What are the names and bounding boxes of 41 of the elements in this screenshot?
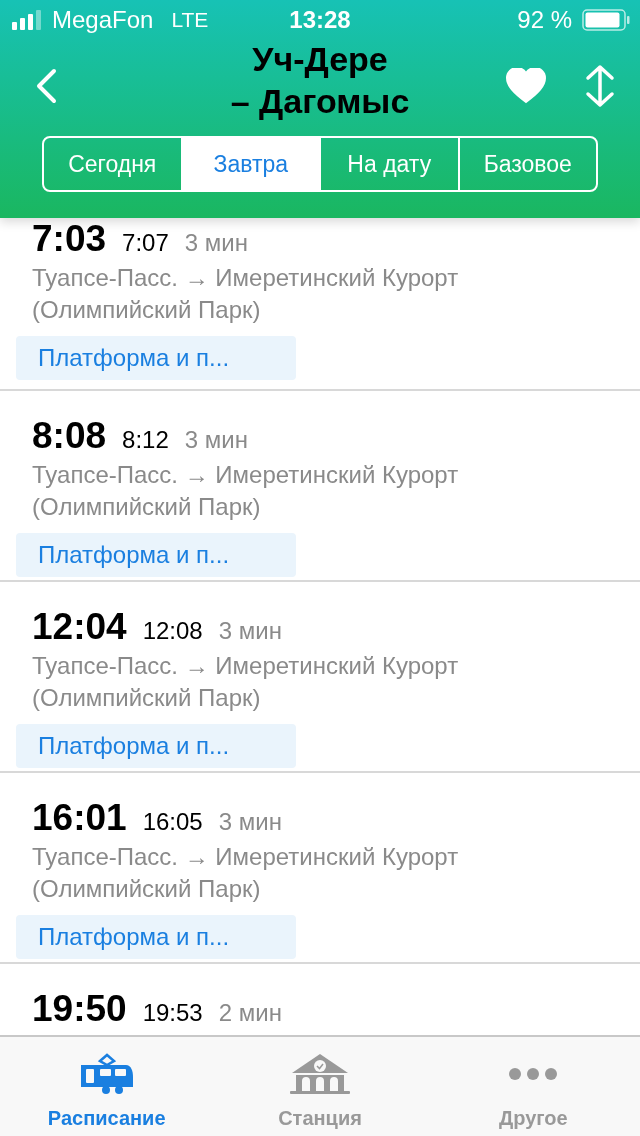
network-type: LTE <box>171 8 209 32</box>
tab-bar-item[interactable]: Станция <box>213 1037 427 1136</box>
platform-button[interactable]: Платформа и п... <box>16 533 296 577</box>
more-icon <box>508 1067 559 1081</box>
platform-button[interactable]: Платформа и п... <box>16 724 296 768</box>
tab-bar-item[interactable]: Другое <box>426 1037 640 1136</box>
platform-button[interactable]: Платформа и п... <box>16 336 296 380</box>
date-tab[interactable]: Базовое <box>457 138 596 190</box>
date-tab[interactable]: Завтра <box>180 138 319 190</box>
date-tab[interactable]: Сегодня <box>44 138 181 190</box>
carrier-name: MegaFon <box>52 6 154 34</box>
departure-time: 12:04 <box>32 606 127 648</box>
departure-time: 16:01 <box>32 797 127 839</box>
platform-button[interactable]: Платформа и п... <box>16 915 296 959</box>
station-icon <box>290 1053 350 1095</box>
date-tab[interactable]: На дату <box>319 138 458 190</box>
arrival-time: 12:08 <box>142 617 203 645</box>
trip-duration: 3 мин <box>218 617 282 645</box>
departure-time: 7:03 <box>32 218 107 260</box>
arrival-time: 16:05 <box>142 808 203 836</box>
trip-duration: 3 мин <box>218 808 282 836</box>
arrival-time: 7:07 <box>122 229 169 257</box>
arrival-time: 19:53 <box>142 999 203 1027</box>
signal-icon <box>12 10 42 30</box>
train-icon <box>79 1053 134 1095</box>
route-text: Туапсе-Пасс. → Имеретинский Курорт (Олимпийский Парк) <box>31 842 460 904</box>
arrival-time: 8:12 <box>122 426 169 454</box>
departure-time: 8:08 <box>32 415 107 457</box>
departure-time: 19:50 <box>32 988 127 1030</box>
route-text: Туапсе-Пасс. → Имеретинский Курорт (Олимпийский Парк) <box>31 651 460 713</box>
route-title: Уч-Дере <box>252 39 388 80</box>
clock: 13:28 <box>289 6 351 34</box>
route-text: Туапсе-Пасс. → Имеретинский Курорт (Олимпийский Парк) <box>31 263 460 325</box>
route-title: – Дагомыс <box>230 81 410 122</box>
trip-duration: 3 мин <box>184 229 248 257</box>
battery-icon <box>582 9 630 31</box>
trip-duration: 3 мин <box>184 426 248 454</box>
battery-percent: 92 % <box>517 6 572 34</box>
tab-bar-item[interactable]: Расписание <box>0 1037 214 1136</box>
trip-duration: 2 мин <box>218 999 282 1027</box>
route-text: Туапсе-Пасс. → Имеретинский Курорт (Олимпийский Парк) <box>31 460 460 522</box>
